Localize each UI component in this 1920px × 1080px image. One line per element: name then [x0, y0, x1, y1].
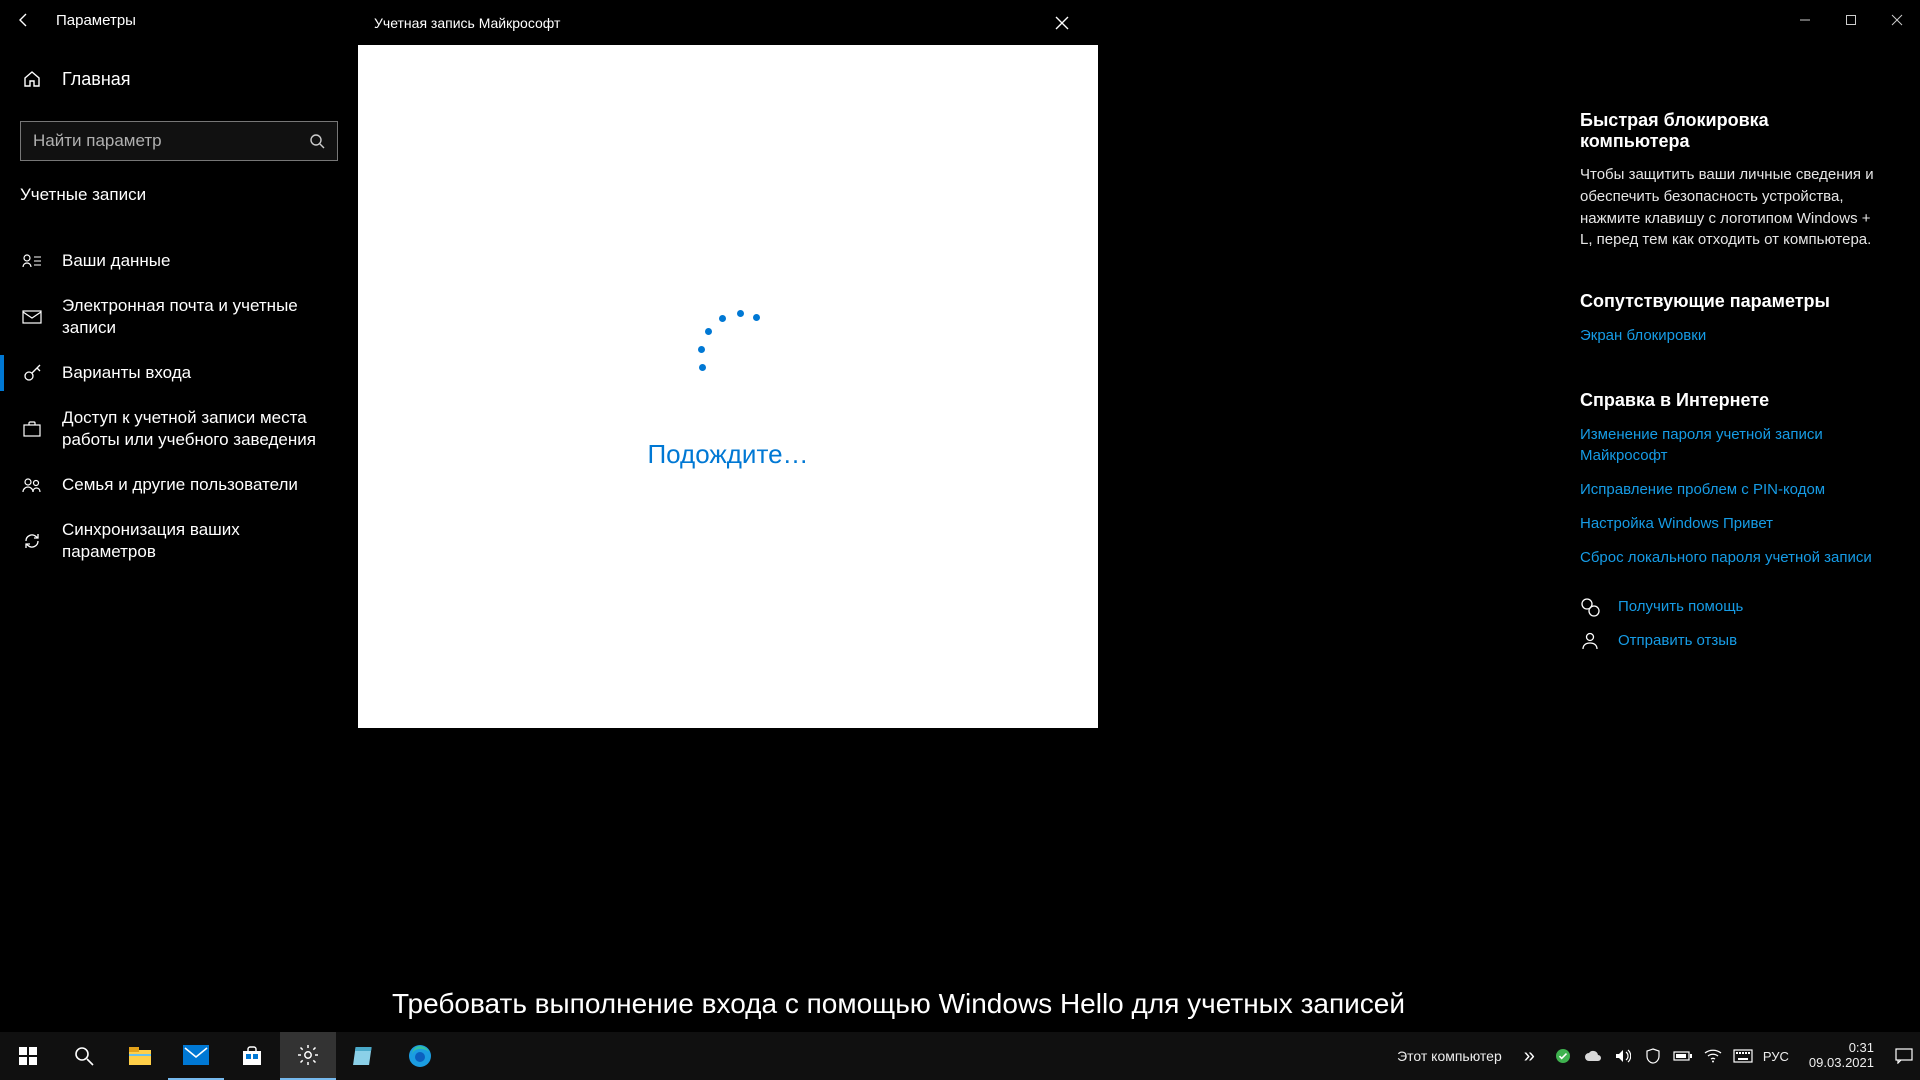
help-heading: Справка в Интернете	[1580, 390, 1880, 411]
search-box[interactable]	[20, 121, 338, 161]
taskbar: Этот компьютер » РУС 0:31 09.03.2021	[0, 1032, 1920, 1080]
dialog-header: Учетная запись Майкрософт	[358, 0, 1098, 45]
dialog-title: Учетная запись Майкрософт	[374, 15, 560, 31]
taskbar-search-button[interactable]	[56, 1032, 112, 1080]
sidebar: Главная Учетные записи Ваши данные Элект…	[0, 55, 358, 1032]
taskbar-store-button[interactable]	[224, 1032, 280, 1080]
feedback-icon	[1580, 631, 1604, 651]
key-icon	[20, 363, 44, 383]
dialog-body: Подождите…	[358, 45, 1098, 728]
sidebar-item-label: Синхронизация ваших параметров	[62, 519, 338, 563]
sidebar-item-label: Ваши данные	[62, 250, 338, 272]
taskbar-mail-button[interactable]	[168, 1032, 224, 1080]
tray-security-icon[interactable]	[1553, 1046, 1573, 1066]
sidebar-home[interactable]: Главная	[0, 55, 358, 103]
loading-text: Подождите…	[647, 439, 808, 470]
window-controls	[1782, 0, 1920, 40]
sidebar-item-email-accounts[interactable]: Электронная почта и учетные записи	[0, 287, 358, 347]
briefcase-icon	[20, 420, 44, 438]
taskbar-peek-label[interactable]: Этот компьютер	[1397, 1048, 1502, 1064]
right-panel: Быстрая блокировка компьютера Чтобы защи…	[1580, 110, 1880, 651]
feedback-row[interactable]: Отправить отзыв	[1580, 631, 1880, 651]
system-tray: Этот компьютер » РУС 0:31 09.03.2021	[1397, 1041, 1920, 1071]
sidebar-item-work-school[interactable]: Доступ к учетной записи места работы или…	[0, 399, 358, 459]
quicklock-body: Чтобы защитить ваши личные сведения и об…	[1580, 164, 1880, 251]
related-link-lockscreen[interactable]: Экран блокировки	[1580, 326, 1880, 346]
sidebar-item-signin-options[interactable]: Варианты входа	[0, 347, 358, 399]
help-icon	[1580, 597, 1604, 617]
dialog-close-button[interactable]	[1042, 3, 1082, 43]
person-card-icon	[20, 253, 44, 269]
sidebar-item-your-info[interactable]: Ваши данные	[0, 235, 358, 287]
help-link-hello[interactable]: Настройка Windows Привет	[1580, 514, 1880, 534]
app-title: Параметры	[48, 12, 136, 29]
close-button[interactable]	[1874, 0, 1920, 40]
tray-volume-icon[interactable]	[1613, 1046, 1633, 1066]
taskbar-settings-button[interactable]	[280, 1032, 336, 1080]
tray-date: 09.03.2021	[1809, 1056, 1874, 1071]
sync-icon	[20, 531, 44, 551]
start-button[interactable]	[0, 1032, 56, 1080]
home-icon	[20, 69, 44, 89]
sidebar-item-family[interactable]: Семья и другие пользователи	[0, 459, 358, 511]
sidebar-item-label: Варианты входа	[62, 362, 338, 384]
tray-defender-icon[interactable]	[1643, 1046, 1663, 1066]
sidebar-home-label: Главная	[62, 69, 131, 90]
partial-heading: Требовать выполнение входа с помощью Win…	[392, 986, 1900, 1022]
loading-spinner	[691, 304, 766, 379]
taskbar-notepad-button[interactable]	[336, 1032, 392, 1080]
tray-wifi-icon[interactable]	[1703, 1046, 1723, 1066]
help-link-change-password[interactable]: Изменение пароля учетной записи Майкросо…	[1580, 425, 1880, 466]
sidebar-category: Учетные записи	[0, 185, 358, 205]
sidebar-item-label: Семья и другие пользователи	[62, 474, 338, 496]
maximize-button[interactable]	[1828, 0, 1874, 40]
tray-action-center-icon[interactable]	[1894, 1046, 1914, 1066]
tray-onedrive-icon[interactable]	[1583, 1046, 1603, 1066]
tray-language-label[interactable]: РУС	[1763, 1049, 1789, 1064]
get-help-label: Получить помощь	[1618, 598, 1743, 615]
help-link-local-password[interactable]: Сброс локального пароля учетной записи	[1580, 548, 1880, 568]
tray-battery-icon[interactable]	[1673, 1046, 1693, 1066]
get-help-row[interactable]: Получить помощь	[1580, 597, 1880, 617]
tray-time: 0:31	[1809, 1041, 1874, 1056]
ms-account-dialog: Учетная запись Майкрософт Подождите…	[358, 0, 1098, 728]
search-icon	[309, 133, 325, 149]
people-icon	[20, 477, 44, 493]
tray-overflow-icon[interactable]: »	[1524, 1041, 1543, 1068]
feedback-label: Отправить отзыв	[1618, 632, 1737, 649]
mail-icon	[20, 310, 44, 324]
taskbar-edge-button[interactable]	[392, 1032, 448, 1080]
minimize-button[interactable]	[1782, 0, 1828, 40]
taskbar-explorer-button[interactable]	[112, 1032, 168, 1080]
tray-clock[interactable]: 0:31 09.03.2021	[1799, 1041, 1884, 1071]
sidebar-item-sync[interactable]: Синхронизация ваших параметров	[0, 511, 358, 571]
back-button[interactable]	[0, 0, 48, 40]
sidebar-item-label: Электронная почта и учетные записи	[62, 295, 338, 339]
help-link-pin[interactable]: Исправление проблем с PIN-кодом	[1580, 480, 1880, 500]
search-input[interactable]	[33, 131, 309, 151]
related-heading: Сопутствующие параметры	[1580, 291, 1880, 312]
sidebar-item-label: Доступ к учетной записи места работы или…	[62, 407, 338, 451]
tray-touch-keyboard-icon[interactable]	[1733, 1046, 1753, 1066]
quicklock-heading: Быстрая блокировка компьютера	[1580, 110, 1880, 152]
